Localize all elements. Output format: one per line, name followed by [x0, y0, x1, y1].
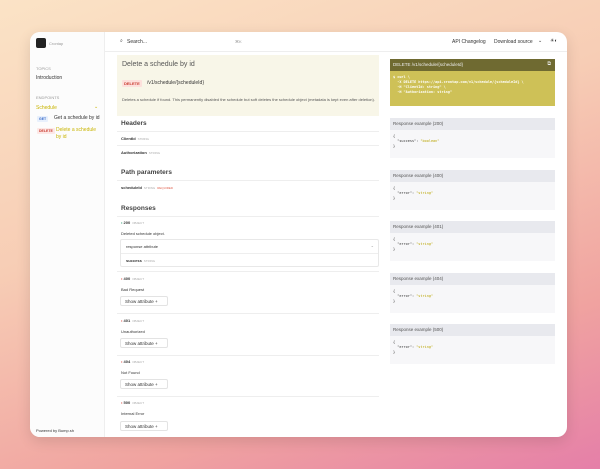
response-example-200: Response example (200){ "success": "bool…: [390, 118, 555, 158]
get-badge: GET: [37, 116, 49, 122]
response-type: OBJECT: [132, 360, 145, 364]
search-input[interactable]: Search...: [127, 39, 147, 45]
search-shortcut: ⌘K: [235, 39, 242, 44]
endpoint-summary: Delete a schedule by id DELETE /v1/sched…: [117, 55, 379, 116]
show-attribute-button[interactable]: Show attribute +: [120, 338, 168, 348]
docs-window: Crontap TOPICS Introduction ENDPOINTS Sc…: [30, 32, 567, 437]
search-icon: ⌕: [120, 38, 123, 44]
param-type: STRING: [143, 186, 156, 190]
param-name: Authorization: [121, 150, 147, 155]
logo-text: Crontap: [49, 41, 64, 46]
param-name: scheduleId: [121, 185, 142, 190]
headers-heading: Headers: [121, 120, 147, 127]
chevron-down-icon[interactable]: ⌄: [94, 104, 98, 110]
show-attribute-button[interactable]: Show attribute +: [120, 379, 168, 389]
param-type: STRING: [137, 137, 150, 141]
attr-type: STRING: [143, 259, 156, 263]
response-type: OBJECT: [132, 277, 145, 281]
response-example-400: Response example (400){ "error": "string…: [390, 170, 555, 210]
sidebar: Crontap TOPICS Introduction ENDPOINTS Sc…: [30, 32, 105, 437]
topbar: ⌕ Search... ⌘K API Changelog Download so…: [105, 32, 567, 52]
code-sample: DELETE /v1/schedule/{scheduleId} ⧉ $ cur…: [390, 59, 555, 106]
response-desc: Bad Request: [121, 287, 145, 292]
response-desc: Unauthorized: [121, 329, 145, 334]
response-example-404: Response example (404){ "error": "string…: [390, 273, 555, 313]
response-code: 500: [123, 400, 131, 405]
response-code: 404: [123, 359, 131, 364]
sidebar-item-delete-schedule[interactable]: Delete a schedule by id: [56, 127, 100, 141]
logo-icon: [36, 38, 46, 48]
powered-by[interactable]: Powered by Bump.sh: [36, 428, 74, 433]
method-badge: DELETE: [122, 80, 142, 87]
response-attribute-box: response attribute ⌄ success STRING: [120, 239, 379, 267]
copy-icon[interactable]: ⧉: [547, 61, 551, 67]
response-type: OBJECT: [132, 221, 145, 225]
code-header: DELETE /v1/schedule/{scheduleId}: [393, 62, 464, 67]
endpoint-description: Deletes a schedule if found. This perman…: [122, 97, 375, 102]
sidebar-item-introduction[interactable]: Introduction: [36, 75, 62, 81]
responses-heading: Responses: [121, 205, 156, 212]
show-attribute-button[interactable]: Show attribute +: [120, 421, 168, 431]
response-code: 401: [123, 318, 131, 323]
response-attribute-toggle[interactable]: response attribute: [126, 244, 158, 249]
param-type: STRING: [148, 151, 161, 155]
chevron-down-icon: ⌄: [538, 38, 543, 44]
page-title: Delete a schedule by id: [122, 61, 195, 68]
attr-name: success: [126, 258, 142, 263]
response-type: OBJECT: [132, 319, 145, 323]
response-code: 400: [123, 276, 131, 281]
download-source-dropdown[interactable]: Download source: [494, 39, 533, 45]
show-attribute-button[interactable]: Show attribute +: [120, 296, 168, 306]
response-desc: Deleted schedule object.: [121, 231, 165, 236]
theme-toggle[interactable]: ☀◐: [550, 38, 558, 44]
endpoint-path: /v1/schedule/{scheduleId}: [147, 80, 204, 86]
code-body: $ curl \ -X DELETE https://api.crontap.c…: [393, 75, 524, 94]
path-params-heading: Path parameters: [121, 169, 172, 176]
topics-label: TOPICS: [36, 66, 51, 71]
response-type: OBJECT: [132, 401, 145, 405]
api-changelog-link[interactable]: API Changelog: [452, 39, 486, 45]
response-desc: Not Found: [121, 370, 140, 375]
response-example-401: Response example (401){ "error": "string…: [390, 221, 555, 261]
delete-badge: DELETE: [37, 128, 55, 134]
chevron-down-icon[interactable]: ⌄: [371, 243, 374, 248]
param-name: ClientId: [121, 136, 136, 141]
response-code: 200: [123, 220, 131, 225]
endpoints-label: ENDPOINTS: [36, 95, 60, 100]
sidebar-item-get-schedule[interactable]: Get a schedule by id: [54, 115, 100, 121]
response-example-500: Response example (500){ "error": "string…: [390, 324, 555, 364]
response-desc: Internal Error: [121, 411, 145, 416]
sidebar-group-schedule[interactable]: Schedule: [36, 105, 57, 111]
required-badge: REQUIRED: [157, 186, 174, 190]
